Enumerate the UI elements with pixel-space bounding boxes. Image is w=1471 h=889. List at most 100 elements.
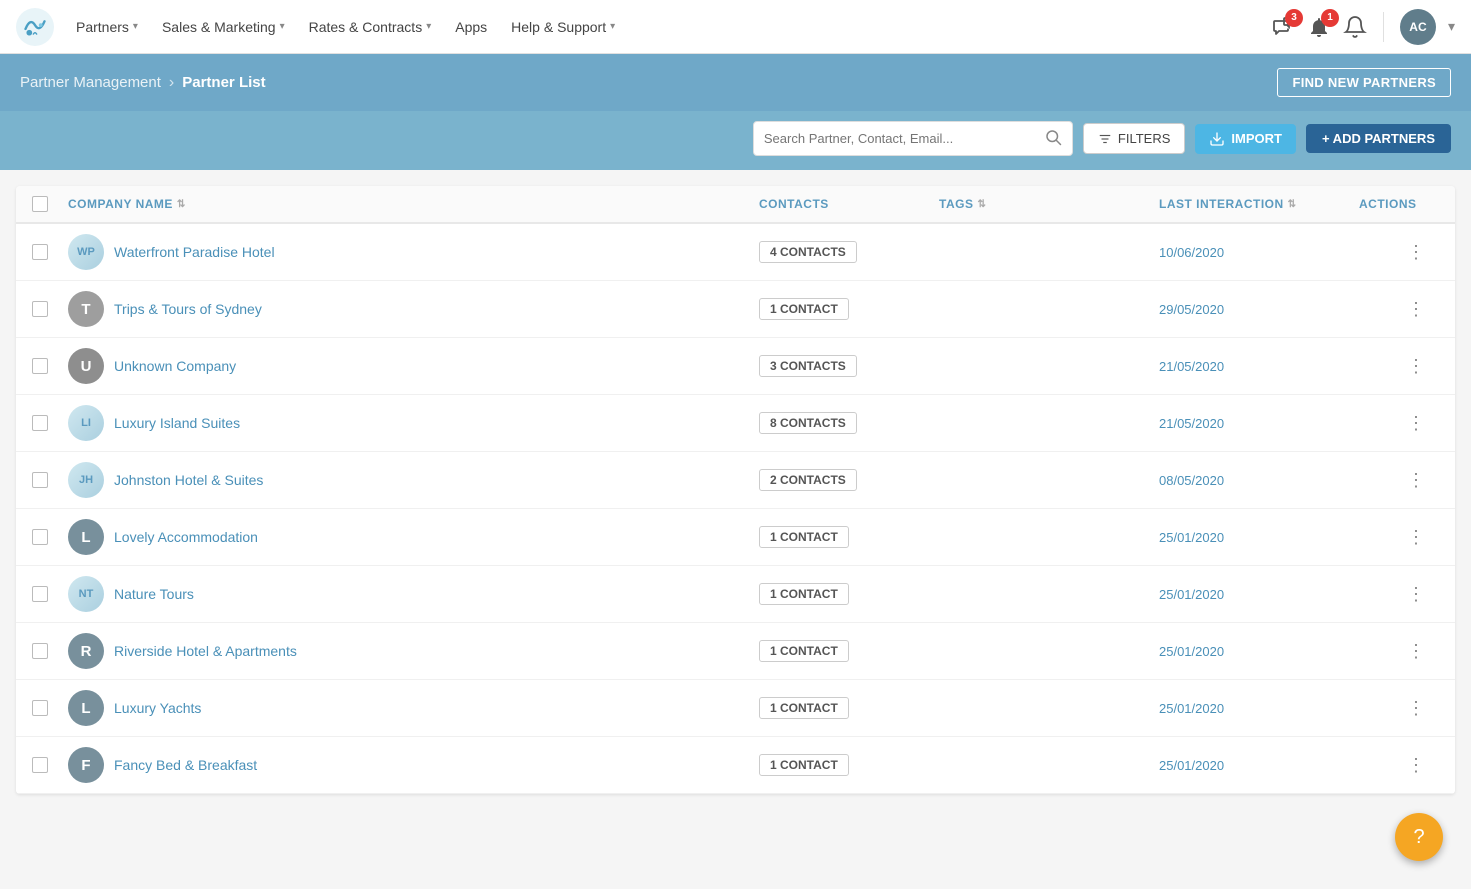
add-partners-label: + ADD PARTNERS: [1322, 131, 1435, 146]
company-cell: L Luxury Yachts: [68, 690, 759, 726]
last-interaction-cell: 10/06/2020: [1159, 245, 1359, 260]
contact-badge[interactable]: 8 CONTACTS: [759, 412, 857, 434]
messages-badge: 3: [1285, 9, 1303, 27]
contact-badge[interactable]: 4 CONTACTS: [759, 241, 857, 263]
actions-cell: ⋮: [1359, 411, 1439, 436]
table-row: T Trips & Tours of Sydney 1 CONTACT 29/0…: [16, 281, 1455, 338]
find-new-partners-button[interactable]: FIND NEW PARTNERS: [1277, 68, 1451, 97]
row-checkbox[interactable]: [32, 244, 48, 260]
row-actions-menu[interactable]: ⋮: [1401, 411, 1431, 436]
row-checkbox[interactable]: [32, 358, 48, 374]
contact-badge[interactable]: 1 CONTACT: [759, 526, 849, 548]
row-checkbox[interactable]: [32, 529, 48, 545]
contact-badge[interactable]: 1 CONTACT: [759, 298, 849, 320]
company-name-link[interactable]: Trips & Tours of Sydney: [114, 301, 262, 317]
actions-cell: ⋮: [1359, 639, 1439, 664]
company-name-link[interactable]: Luxury Yachts: [114, 700, 201, 716]
breadcrumb-parent[interactable]: Partner Management: [20, 74, 161, 91]
nav-sales-marketing[interactable]: Sales & Marketing ▾: [152, 13, 295, 41]
filters-button[interactable]: FILTERS: [1083, 123, 1186, 154]
breadcrumb: Partner Management › Partner List: [20, 74, 266, 92]
col-last-interaction[interactable]: LAST INTERACTION ⇅: [1159, 197, 1359, 211]
nav-menu: Partners ▾ Sales & Marketing ▾ Rates & C…: [66, 13, 1271, 41]
select-all-checkbox[interactable]: [32, 196, 48, 212]
row-checkbox[interactable]: [32, 757, 48, 773]
company-name-link[interactable]: Fancy Bed & Breakfast: [114, 757, 257, 773]
help-fab[interactable]: ?: [1395, 813, 1443, 861]
company-cell: T Trips & Tours of Sydney: [68, 291, 759, 327]
company-name-link[interactable]: Johnston Hotel & Suites: [114, 472, 263, 488]
actions-cell: ⋮: [1359, 582, 1439, 607]
company-name-link[interactable]: Waterfront Paradise Hotel: [114, 244, 275, 260]
row-actions-menu[interactable]: ⋮: [1401, 297, 1431, 322]
contact-badge[interactable]: 1 CONTACT: [759, 754, 849, 776]
nav-rates-contracts[interactable]: Rates & Contracts ▾: [299, 13, 442, 41]
row-checkbox-cell: [32, 529, 68, 545]
last-interaction-cell: 25/01/2020: [1159, 644, 1359, 659]
company-avatar: R: [68, 633, 104, 669]
notifications-button[interactable]: 1: [1307, 15, 1331, 39]
contacts-cell: 1 CONTACT: [759, 298, 939, 320]
search-input[interactable]: [764, 131, 1036, 146]
row-actions-menu[interactable]: ⋮: [1401, 753, 1431, 778]
col-tags[interactable]: TAGS ⇅: [939, 197, 1159, 211]
contact-badge[interactable]: 1 CONTACT: [759, 640, 849, 662]
contacts-cell: 1 CONTACT: [759, 583, 939, 605]
actions-cell: ⋮: [1359, 240, 1439, 265]
row-checkbox-cell: [32, 700, 68, 716]
contacts-cell: 8 CONTACTS: [759, 412, 939, 434]
actions-cell: ⋮: [1359, 468, 1439, 493]
company-avatar: WP: [68, 234, 104, 270]
row-checkbox[interactable]: [32, 301, 48, 317]
nav-apps[interactable]: Apps: [445, 13, 497, 41]
company-name-link[interactable]: Luxury Island Suites: [114, 415, 240, 431]
row-actions-menu[interactable]: ⋮: [1401, 354, 1431, 379]
row-actions-menu[interactable]: ⋮: [1401, 525, 1431, 550]
row-checkbox[interactable]: [32, 472, 48, 488]
company-name-link[interactable]: Lovely Accommodation: [114, 529, 258, 545]
row-checkbox-cell: [32, 415, 68, 431]
contact-badge[interactable]: 2 CONTACTS: [759, 469, 857, 491]
company-name-link[interactable]: Riverside Hotel & Apartments: [114, 643, 297, 659]
search-icon[interactable]: [1044, 128, 1062, 149]
row-checkbox-cell: [32, 244, 68, 260]
contacts-cell: 4 CONTACTS: [759, 241, 939, 263]
row-checkbox[interactable]: [32, 700, 48, 716]
company-name-link[interactable]: Unknown Company: [114, 358, 236, 374]
company-cell: F Fancy Bed & Breakfast: [68, 747, 759, 783]
contact-badge[interactable]: 1 CONTACT: [759, 583, 849, 605]
col-company-name[interactable]: COMPANY NAME ⇅: [68, 197, 759, 211]
messages-button[interactable]: 3: [1271, 15, 1295, 39]
last-interaction-cell: 25/01/2020: [1159, 530, 1359, 545]
actions-cell: ⋮: [1359, 297, 1439, 322]
company-name-link[interactable]: Nature Tours: [114, 586, 194, 602]
table-row: JH Johnston Hotel & Suites 2 CONTACTS 08…: [16, 452, 1455, 509]
row-actions-menu[interactable]: ⋮: [1401, 639, 1431, 664]
user-chevron-icon[interactable]: ▾: [1448, 18, 1455, 35]
table-body: WP Waterfront Paradise Hotel 4 CONTACTS …: [16, 224, 1455, 794]
row-actions-menu[interactable]: ⋮: [1401, 582, 1431, 607]
row-checkbox-cell: [32, 586, 68, 602]
company-cell: LI Luxury Island Suites: [68, 405, 759, 441]
contact-badge[interactable]: 3 CONTACTS: [759, 355, 857, 377]
row-checkbox[interactable]: [32, 586, 48, 602]
app-logo[interactable]: [16, 8, 54, 46]
chevron-down-icon: ▾: [133, 21, 138, 32]
nav-right-controls: 3 1 AC ▾: [1271, 9, 1455, 45]
user-avatar[interactable]: AC: [1400, 9, 1436, 45]
add-partners-button[interactable]: + ADD PARTNERS: [1306, 124, 1451, 153]
nav-help-support[interactable]: Help & Support ▾: [501, 13, 625, 41]
row-actions-menu[interactable]: ⋮: [1401, 468, 1431, 493]
table-row: F Fancy Bed & Breakfast 1 CONTACT 25/01/…: [16, 737, 1455, 794]
company-avatar: LI: [68, 405, 104, 441]
row-checkbox[interactable]: [32, 415, 48, 431]
nav-partners[interactable]: Partners ▾: [66, 13, 148, 41]
import-button[interactable]: IMPORT: [1195, 124, 1296, 154]
row-checkbox-cell: [32, 358, 68, 374]
row-actions-menu[interactable]: ⋮: [1401, 696, 1431, 721]
bell-button[interactable]: [1343, 15, 1367, 39]
sort-icon: ⇅: [177, 199, 186, 210]
row-checkbox[interactable]: [32, 643, 48, 659]
row-actions-menu[interactable]: ⋮: [1401, 240, 1431, 265]
contact-badge[interactable]: 1 CONTACT: [759, 697, 849, 719]
